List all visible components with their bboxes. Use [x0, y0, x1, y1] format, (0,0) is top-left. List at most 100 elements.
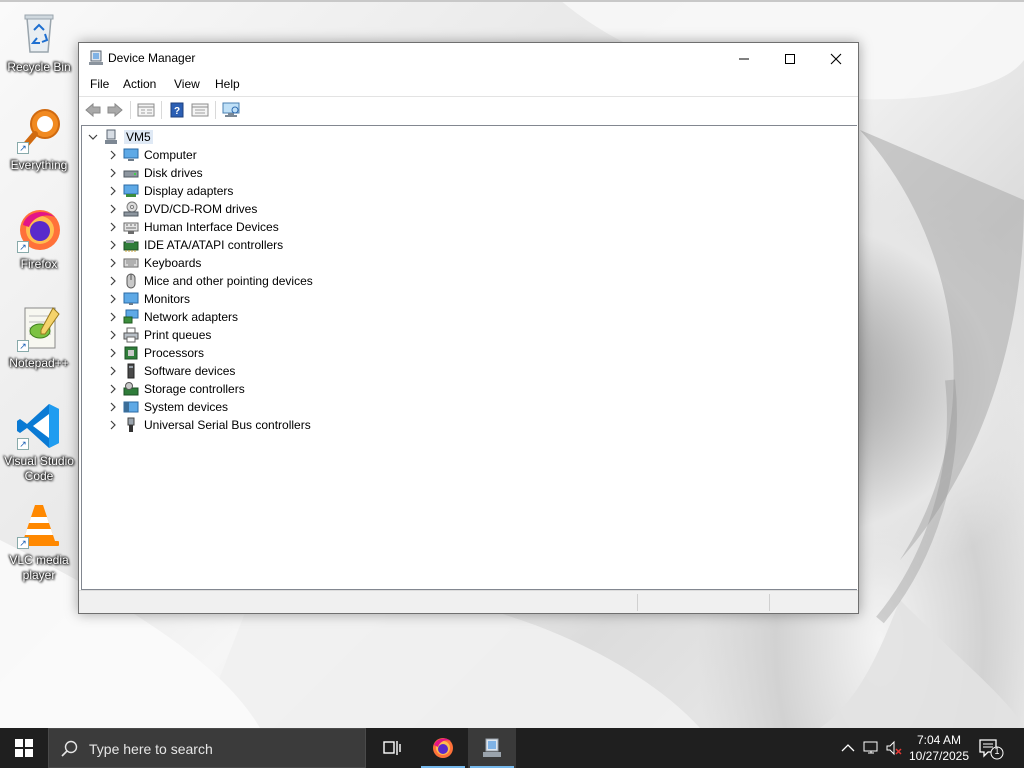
tree-category-human-interface-devices[interactable]: Human Interface Devices	[82, 218, 842, 236]
chevron-right-icon[interactable]	[108, 275, 118, 287]
chevron-down-icon[interactable]	[88, 131, 98, 143]
maximize-icon	[785, 53, 795, 64]
search-icon	[61, 740, 78, 757]
chevron-right-icon[interactable]	[108, 239, 118, 251]
volume-muted-icon[interactable]	[886, 740, 902, 756]
shortcut-arrow-icon: ↗	[17, 438, 29, 450]
toolbar-separator	[215, 101, 216, 119]
chevron-right-icon[interactable]	[108, 257, 118, 269]
tree-category-mice[interactable]: Mice and other pointing devices	[82, 272, 842, 290]
desktop-icon-label: Everything	[10, 158, 68, 172]
tree-category-label: Keyboards	[144, 256, 202, 270]
computer-root-icon	[103, 129, 119, 145]
tree-category-computer[interactable]: Computer	[82, 146, 842, 164]
tree-category-usb-controllers[interactable]: Universal Serial Bus controllers	[82, 416, 842, 434]
computer-icon	[123, 147, 139, 163]
tree-category-network-adapters[interactable]: Network adapters	[82, 308, 842, 326]
chevron-right-icon[interactable]	[108, 167, 118, 179]
tree-category-label: System devices	[144, 400, 229, 414]
desktop-icon-vlc[interactable]: ↗ VLC media player	[1, 501, 77, 583]
notification-count: 1	[994, 746, 1000, 756]
chevron-up-icon[interactable]	[840, 740, 856, 756]
tree-category-label: Processors	[144, 346, 205, 360]
chevron-right-icon[interactable]	[108, 293, 118, 305]
tree-category-software-devices[interactable]: Software devices	[82, 362, 842, 380]
status-divider	[637, 594, 638, 611]
task-view-button[interactable]	[368, 728, 416, 768]
clock-time: 7:04 AM	[916, 733, 962, 747]
printer-icon	[123, 327, 139, 343]
firefox-icon: ↗	[15, 205, 63, 253]
taskbar-device-manager[interactable]	[468, 728, 516, 768]
maximize-button[interactable]	[767, 43, 813, 74]
processor-icon	[123, 345, 139, 361]
tree-category-disk-drives[interactable]: Disk drives	[82, 164, 842, 182]
tree-category-dvd-cd-rom-drives[interactable]: DVD/CD-ROM drives	[82, 200, 842, 218]
help-icon[interactable]: ?	[168, 102, 186, 118]
desktop-icon-recycle-bin[interactable]: Recycle Bin	[1, 8, 77, 75]
menu-help[interactable]: Help	[215, 77, 240, 91]
taskbar-clock[interactable]: 7:04 AM 10/27/2025	[905, 732, 973, 764]
device-manager-icon	[88, 50, 104, 66]
chevron-right-icon[interactable]	[108, 311, 118, 323]
tree-category-storage-controllers[interactable]: Storage controllers	[82, 380, 842, 398]
minimize-button[interactable]	[721, 43, 767, 74]
tree-category-processors[interactable]: Processors	[82, 344, 842, 362]
back-arrow-icon[interactable]	[84, 102, 102, 118]
usb-icon	[123, 417, 139, 433]
tree-category-label: IDE ATA/ATAPI controllers	[144, 238, 284, 252]
chevron-right-icon[interactable]	[108, 221, 118, 233]
notification-center-button[interactable]: 1	[978, 738, 1004, 760]
tree-category-label: DVD/CD-ROM drives	[144, 202, 258, 216]
keyboard-icon	[123, 255, 139, 271]
tree-category-label: Storage controllers	[144, 382, 245, 396]
dvd-drive-icon	[123, 201, 139, 217]
chevron-right-icon[interactable]	[108, 347, 118, 359]
menu-file[interactable]: File	[90, 77, 109, 91]
tree-root-label: VM5	[124, 130, 153, 144]
tree-category-ide-controllers[interactable]: IDE ATA/ATAPI controllers	[82, 236, 842, 254]
tree-category-system-devices[interactable]: System devices	[82, 398, 842, 416]
desktop-icon-firefox[interactable]: ↗ Firefox	[1, 205, 77, 272]
chevron-right-icon[interactable]	[108, 329, 118, 341]
menu-view[interactable]: View	[174, 77, 200, 91]
start-button[interactable]	[0, 728, 48, 768]
chevron-right-icon[interactable]	[108, 365, 118, 377]
chevron-right-icon[interactable]	[108, 419, 118, 431]
software-device-icon	[123, 363, 139, 379]
taskbar-search-box[interactable]: Type here to search	[48, 728, 366, 768]
device-tree[interactable]: VM5 Computer Disk drives Display adapter…	[81, 125, 857, 590]
minimize-icon	[739, 58, 749, 59]
shortcut-arrow-icon: ↗	[17, 142, 29, 154]
network-icon[interactable]	[863, 740, 879, 756]
chevron-right-icon[interactable]	[108, 383, 118, 395]
tree-category-display-adapters[interactable]: Display adapters	[82, 182, 842, 200]
desktop-icon-notepad-plus-plus[interactable]: ↗ Notepad++	[1, 304, 77, 371]
toolbar-separator	[130, 101, 131, 119]
ide-controller-icon	[123, 237, 139, 253]
scan-hardware-icon[interactable]	[222, 102, 240, 118]
properties-icon[interactable]	[137, 102, 155, 118]
chevron-right-icon[interactable]	[108, 203, 118, 215]
chevron-right-icon[interactable]	[108, 401, 118, 413]
tree-root-node[interactable]: VM5	[82, 128, 842, 146]
chevron-right-icon[interactable]	[108, 185, 118, 197]
title-bar[interactable]: Device Manager	[79, 43, 858, 74]
tree-category-print-queues[interactable]: Print queues	[82, 326, 842, 344]
desktop-icon-vscode[interactable]: ↗ Visual Studio Code	[1, 402, 77, 484]
chevron-right-icon[interactable]	[108, 149, 118, 161]
desktop-icon-label: Notepad++	[9, 356, 69, 370]
update-driver-icon[interactable]	[191, 102, 209, 118]
close-button[interactable]	[813, 43, 859, 74]
storage-controller-icon	[123, 381, 139, 397]
mouse-icon	[123, 273, 139, 289]
taskbar-firefox[interactable]	[419, 728, 467, 768]
device-manager-window: Device Manager File Action View Help ? V…	[78, 42, 859, 614]
menu-action[interactable]: Action	[123, 77, 156, 91]
forward-arrow-icon[interactable]	[106, 102, 124, 118]
tree-category-keyboards[interactable]: Keyboards	[82, 254, 842, 272]
tree-category-monitors[interactable]: Monitors	[82, 290, 842, 308]
desktop-icon-everything[interactable]: ↗ Everything	[1, 106, 77, 173]
shortcut-arrow-icon: ↗	[17, 241, 29, 253]
tree-category-label: Software devices	[144, 364, 236, 378]
